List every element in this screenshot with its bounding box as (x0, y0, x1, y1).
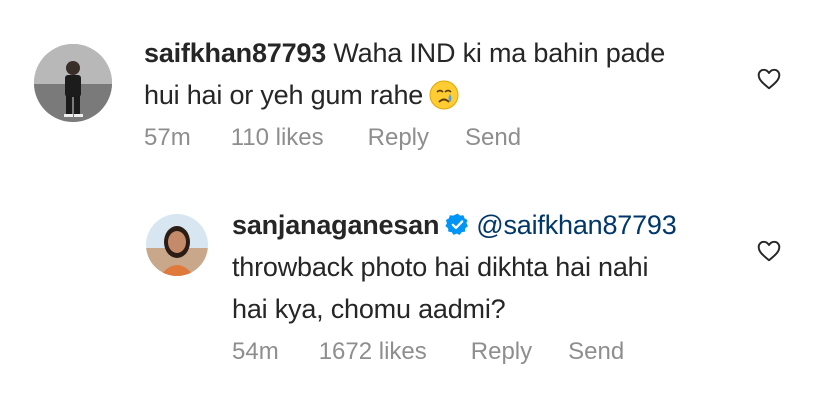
comment-time: 57m (144, 124, 191, 151)
reply-button[interactable]: Reply (368, 124, 429, 152)
crying-face-icon (429, 80, 459, 110)
verified-badge-icon (445, 213, 469, 235)
send-button[interactable]: Send (568, 338, 624, 366)
heart-icon[interactable] (756, 238, 782, 264)
likes-count[interactable]: 1672 likes (319, 338, 427, 366)
comment-username[interactable]: sanjanaganesan (232, 210, 439, 240)
avatar-photo (34, 44, 112, 122)
comment-text-line1: throwback photo hai dikhta hai nahi (232, 252, 649, 282)
comment-time: 54m (232, 338, 279, 365)
heart-icon[interactable] (756, 66, 782, 92)
avatar[interactable] (34, 44, 112, 122)
comment-item: saifkhan87793 Waha IND ki ma bahin pade … (34, 32, 824, 172)
comment-text-line2: hui hai or yeh gum rahe (144, 80, 424, 110)
avatar[interactable] (146, 214, 208, 276)
comment-text: sanjanaganesan @saifkhan87793 throwback … (232, 204, 752, 330)
comment-meta: 57m 110 likes Reply Send (144, 124, 744, 152)
send-button[interactable]: Send (465, 124, 521, 152)
comment-username[interactable]: saifkhan87793 (144, 38, 326, 68)
reply-comment-item: sanjanaganesan @saifkhan87793 throwback … (144, 204, 824, 374)
comment-text-line1: Waha IND ki ma bahin pade (333, 38, 666, 68)
reply-button[interactable]: Reply (471, 338, 532, 366)
mention-link[interactable]: @saifkhan87793 (476, 210, 676, 240)
comment-text: saifkhan87793 Waha IND ki ma bahin pade … (144, 32, 744, 116)
comment-meta: 54m 1672 likes Reply Send (232, 338, 752, 366)
comment-text-line2: hai kya, chomu aadmi? (232, 294, 506, 324)
likes-count[interactable]: 110 likes (231, 124, 324, 152)
avatar-photo (146, 214, 208, 276)
